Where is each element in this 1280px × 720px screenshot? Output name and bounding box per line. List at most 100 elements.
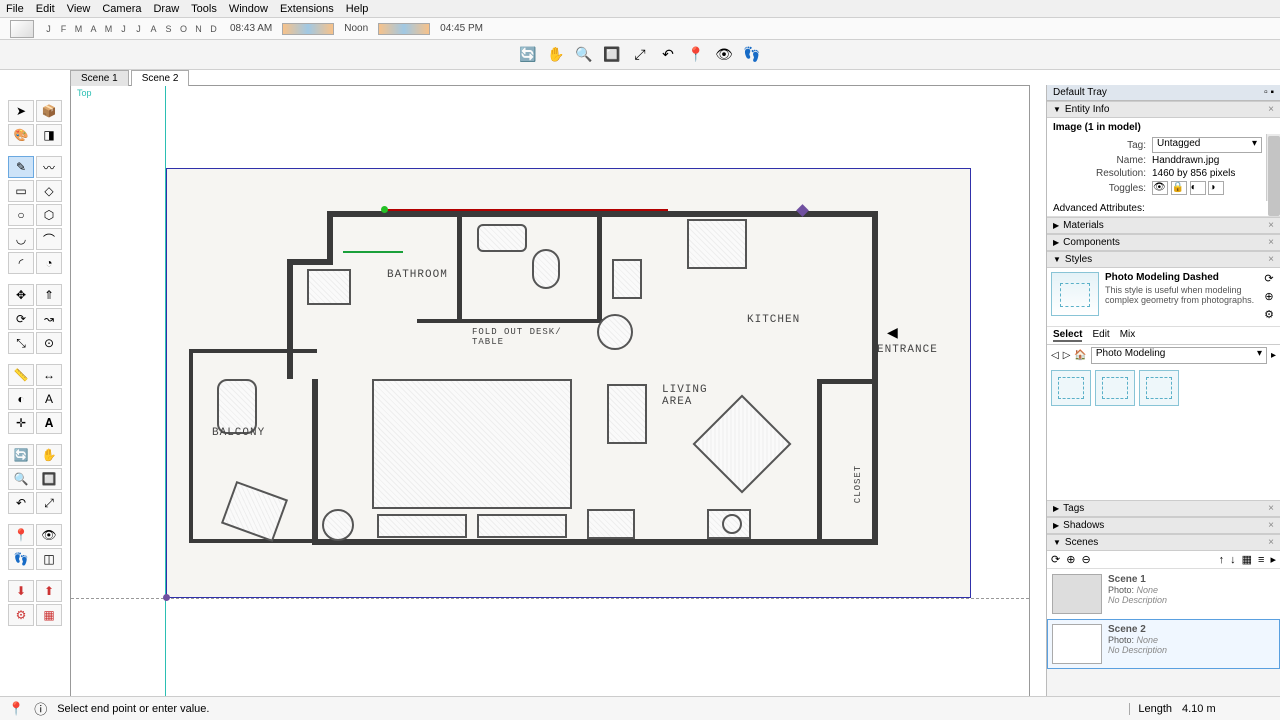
style-thumbnail[interactable] xyxy=(1051,272,1099,316)
rotate-tool[interactable]: ⟳ xyxy=(8,308,34,330)
extension-tool[interactable]: ⚙ xyxy=(8,604,34,626)
measurement-value[interactable]: 4.10 m xyxy=(1182,703,1272,715)
style-new-icon[interactable]: ⊕ xyxy=(1262,290,1276,304)
close-icon[interactable]: × xyxy=(1268,220,1274,231)
scene-menu-icon[interactable]: ≡ xyxy=(1258,554,1264,566)
styles-tab-select[interactable]: Select xyxy=(1053,329,1082,342)
scene-tab-1[interactable]: Scene 1 xyxy=(70,70,129,86)
orbit-icon[interactable]: 🔄 xyxy=(517,44,539,66)
scene-add-icon[interactable]: ⊕ xyxy=(1066,553,1075,566)
menu-help[interactable]: Help xyxy=(346,3,369,15)
zoom-extents-icon[interactable]: ⤢ xyxy=(629,44,651,66)
arc2-tool[interactable]: ⌒ xyxy=(36,228,62,250)
month-m[interactable]: M xyxy=(72,24,85,34)
scale-tool[interactable]: ⤡ xyxy=(8,332,34,354)
close-icon[interactable]: × xyxy=(1268,254,1274,265)
circle-tool[interactable]: ○ xyxy=(8,204,34,226)
shadows-header[interactable]: ▶ Shadows × xyxy=(1047,517,1280,534)
zoom-tool[interactable]: 🔍 xyxy=(8,468,34,490)
toggle-shadow-icon[interactable]: ◐ xyxy=(1190,181,1206,195)
scene-down-icon[interactable]: ↓ xyxy=(1230,554,1236,566)
scene-item-2[interactable]: Scene 2 Photo: None No Description xyxy=(1047,619,1280,669)
orbit-tool[interactable]: 🔄 xyxy=(8,444,34,466)
nav-fwd-icon[interactable]: ▷ xyxy=(1063,350,1071,361)
materials-header[interactable]: ▶ Materials × xyxy=(1047,217,1280,234)
protractor-tool[interactable]: ◐ xyxy=(8,388,34,410)
menu-extensions[interactable]: Extensions xyxy=(280,3,334,15)
pushpull-tool[interactable]: ⇑ xyxy=(36,284,62,306)
position-camera-tool[interactable]: 📍 xyxy=(8,524,34,546)
tray-controls[interactable]: ▫ ▪ xyxy=(1264,87,1274,98)
scene-update-icon[interactable]: ⟳ xyxy=(1051,553,1060,566)
style-opts-icon[interactable]: ⚙ xyxy=(1262,308,1276,322)
paint-tool[interactable]: 🎨 xyxy=(8,124,34,146)
scenes-header[interactable]: ▼ Scenes × xyxy=(1047,534,1280,551)
styles-tab-edit[interactable]: Edit xyxy=(1092,329,1109,342)
walk-icon[interactable]: 👣 xyxy=(741,44,763,66)
followme-tool[interactable]: ↝ xyxy=(36,308,62,330)
zoom-window-tool[interactable]: 🔲 xyxy=(36,468,62,490)
previous-view-icon[interactable]: ↶ xyxy=(657,44,679,66)
scene-detail-icon[interactable]: ▸ xyxy=(1270,553,1276,566)
nav-details-icon[interactable]: ▸ xyxy=(1271,350,1276,361)
style-collection-dropdown[interactable]: Photo Modeling▾ xyxy=(1091,347,1267,364)
toggle-visible-icon[interactable]: 👁 xyxy=(1152,181,1168,195)
close-icon[interactable]: × xyxy=(1268,104,1274,115)
axes-tool[interactable]: ✛ xyxy=(8,412,34,434)
close-icon[interactable]: × xyxy=(1268,520,1274,531)
styles-tab-mix[interactable]: Mix xyxy=(1120,329,1136,342)
dimension-tool[interactable]: ↔ xyxy=(36,364,62,386)
toggle-cast-icon[interactable]: ◑ xyxy=(1208,181,1224,195)
menu-window[interactable]: Window xyxy=(229,3,268,15)
walk-tool[interactable]: 👣 xyxy=(8,548,34,570)
rectangle-tool[interactable]: ▭ xyxy=(8,180,34,202)
eraser-tool[interactable]: ◨ xyxy=(36,124,62,146)
look-tool[interactable]: 👁 xyxy=(36,524,62,546)
nav-home-icon[interactable]: 🏠 xyxy=(1074,350,1086,361)
zoom-window-icon[interactable]: 🔲 xyxy=(601,44,623,66)
move-tool[interactable]: ✥ xyxy=(8,284,34,306)
menu-draw[interactable]: Draw xyxy=(153,3,179,15)
menu-edit[interactable]: Edit xyxy=(36,3,55,15)
freehand-tool[interactable]: 〰 xyxy=(36,156,62,178)
layout-tool[interactable]: ▦ xyxy=(36,604,62,626)
menu-view[interactable]: View xyxy=(67,3,91,15)
styles-header[interactable]: ▼ Styles × xyxy=(1047,251,1280,268)
pan-icon[interactable]: ✋ xyxy=(545,44,567,66)
tag-dropdown[interactable]: Untagged ▾ xyxy=(1152,137,1262,153)
polygon-tool[interactable]: ⬡ xyxy=(36,204,62,226)
month-o[interactable]: O xyxy=(177,24,190,34)
time-gradient-slider-2[interactable] xyxy=(378,23,430,35)
arc3-tool[interactable]: ◜ xyxy=(8,252,34,274)
endpoint-marker-1[interactable] xyxy=(381,206,388,213)
time-gradient-slider[interactable] xyxy=(282,23,334,35)
warehouse-up-tool[interactable]: ⬆ xyxy=(36,580,62,602)
month-d[interactable]: D xyxy=(207,24,220,34)
component-tool[interactable]: 📦 xyxy=(36,100,62,122)
scene-remove-icon[interactable]: ⊖ xyxy=(1081,553,1090,566)
style-update-icon[interactable]: ⟳ xyxy=(1262,272,1276,286)
scene-tab-2[interactable]: Scene 2 xyxy=(131,70,190,86)
toggle-lock-icon[interactable]: 🔒 xyxy=(1171,181,1187,195)
components-header[interactable]: ▶ Components × xyxy=(1047,234,1280,251)
zoom-icon[interactable]: 🔍 xyxy=(573,44,595,66)
month-a[interactable]: A xyxy=(87,24,100,34)
advanced-attributes-row[interactable]: Advanced Attributes: ▪ xyxy=(1047,201,1280,217)
section-tool[interactable]: ◫ xyxy=(36,548,62,570)
menu-tools[interactable]: Tools xyxy=(191,3,217,15)
position-camera-icon[interactable]: 📍 xyxy=(685,44,707,66)
tray-title-bar[interactable]: Default Tray ▫ ▪ xyxy=(1047,85,1280,101)
3dtext-tool[interactable]: 𝐀 xyxy=(36,412,62,434)
offset-tool[interactable]: ⊙ xyxy=(36,332,62,354)
nav-back-icon[interactable]: ◁ xyxy=(1051,350,1059,361)
text-tool[interactable]: A xyxy=(36,388,62,410)
month-j[interactable]: J xyxy=(42,24,55,34)
month-m2[interactable]: M xyxy=(102,24,115,34)
month-n[interactable]: N xyxy=(192,24,205,34)
credits-icon[interactable]: ⓘ xyxy=(34,699,47,718)
tags-header[interactable]: ▶ Tags × xyxy=(1047,500,1280,517)
warehouse-tool[interactable]: ⬇ xyxy=(8,580,34,602)
style-option-3[interactable] xyxy=(1139,370,1179,406)
month-a2[interactable]: A xyxy=(147,24,160,34)
arc-tool[interactable]: ◡ xyxy=(8,228,34,250)
